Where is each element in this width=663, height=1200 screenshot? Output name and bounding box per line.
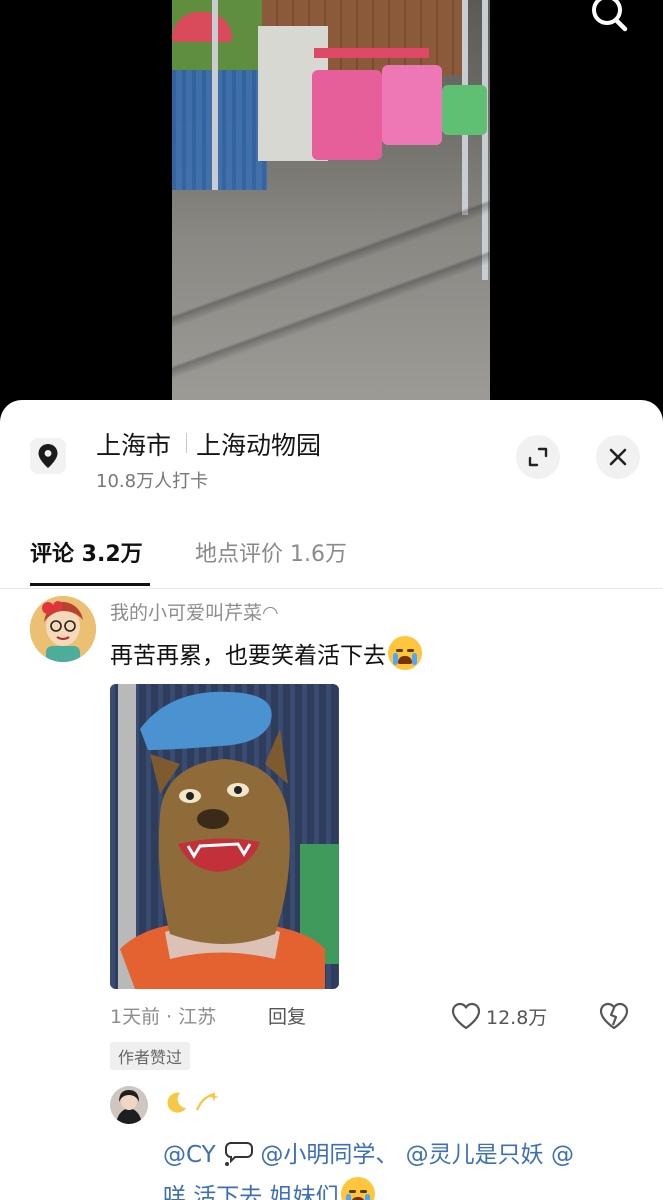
mention-trailing[interactable]: @ [551,1142,574,1168]
dislike-button[interactable] [598,1001,630,1031]
comment-image-wolf-figure[interactable] [110,684,339,989]
comment-text-body: 再苦再累，也要笑着活下去 [110,643,386,669]
expand-icon [528,447,548,467]
comment-tabs: 评论 3.2万 地点评价 1.6万 [0,520,663,589]
reply-tail-text: 咩 活下去 姐妹们 [163,1184,339,1200]
comment-username[interactable]: 我的小可爱叫芹菜◠ [110,598,279,625]
reply-username[interactable] [163,1090,219,1116]
location-pin-icon [30,438,66,474]
comments-sheet: 上海市 上海动物园 10.8万人打卡 评论 3.2万 地点评价 1.6万 我的小… [0,400,663,1200]
comment-text: 再苦再累，也要笑着活下去 [110,636,422,670]
video-player[interactable] [0,0,663,402]
reply-button[interactable]: 回复 [268,1002,306,1029]
author-liked-badge: 作者赞过 [110,1042,191,1070]
close-button[interactable] [596,435,640,479]
search-icon [592,0,628,32]
location-header: 上海市 上海动物园 10.8万人打卡 [0,400,663,500]
close-icon [609,448,627,466]
avatar[interactable] [30,596,96,662]
reply-avatar[interactable] [110,1086,148,1124]
thought-balloon-icon [225,1142,254,1166]
reply-text: @CY @小明同学、 @灵儿是只妖 @ 咩 活下去 姐妹们 [163,1134,643,1200]
location-divider [186,433,187,453]
search-button[interactable] [587,0,635,44]
video-frame-zoo-ride [172,0,490,402]
location-place[interactable]: 上海动物园 [196,426,321,462]
mention-cy[interactable]: @CY [163,1142,216,1168]
like-count: 12.8万 [486,1006,548,1029]
location-city[interactable]: 上海市 [96,426,171,462]
mention-linger[interactable]: @灵儿是只妖 [406,1142,544,1168]
broken-heart-icon [599,1002,629,1030]
checkin-count: 10.8万人打卡 [96,471,209,492]
loudly-crying-face-icon [388,636,422,670]
tab-place-reviews[interactable]: 地点评价 1.6万 [195,536,347,568]
comment-time-location: 1天前 · 江苏 [110,1006,217,1028]
active-tab-indicator [30,583,150,586]
tab-comments[interactable]: 评论 3.2万 [30,536,143,568]
like-button[interactable]: 12.8万 [450,1000,547,1032]
dizzy-icon [195,1092,219,1111]
expand-button[interactable] [516,435,560,479]
crescent-moon-icon [167,1092,186,1113]
loudly-crying-face-icon [340,1177,375,1200]
mention-xiaoming[interactable]: @小明同学、 [260,1142,398,1168]
heart-icon [451,1002,481,1030]
comment-meta: 1天前 · 江苏 回复 12.8万 [110,1000,630,1034]
